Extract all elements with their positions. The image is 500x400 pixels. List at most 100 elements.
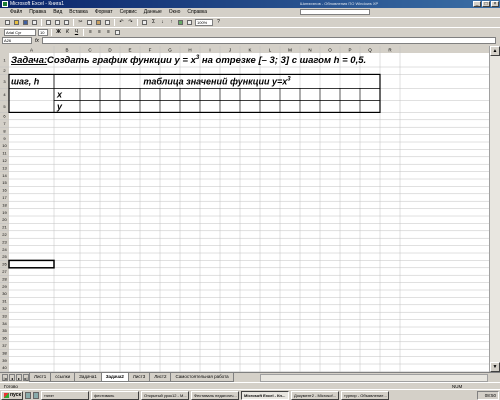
taskbar-item[interactable]: турнир - Объявление...	[341, 390, 389, 400]
scroll-down-icon[interactable]: ▼	[490, 362, 500, 372]
row-header[interactable]: 28	[2, 276, 7, 281]
close-button[interactable]: ×	[491, 1, 499, 7]
row-header[interactable]: 34	[2, 321, 7, 326]
row-header[interactable]: 39	[2, 358, 7, 363]
menu-item[interactable]: Окно	[169, 9, 181, 15]
row-header[interactable]: 32	[2, 306, 7, 311]
scroll-up-icon[interactable]: ▲	[490, 46, 500, 56]
maximize-button[interactable]: □	[482, 1, 490, 7]
align-right-icon[interactable]: ≡	[105, 29, 112, 36]
drawing-icon[interactable]	[186, 19, 193, 26]
menu-item[interactable]: Файл	[10, 9, 22, 15]
sheet-tab[interactable]: Задача2	[100, 373, 129, 382]
save-icon[interactable]	[22, 19, 29, 26]
row-header[interactable]: 24	[2, 247, 7, 252]
menu-item[interactable]: Формат	[95, 9, 113, 15]
row-header[interactable]: 14	[2, 173, 7, 178]
undo-icon[interactable]: ↶	[118, 19, 125, 26]
row-header[interactable]: 20	[2, 217, 7, 222]
name-box[interactable]: A26	[2, 37, 32, 44]
sort-desc-icon[interactable]: ↑	[168, 19, 175, 26]
print-preview-icon[interactable]	[54, 19, 61, 26]
cut-icon[interactable]: ✂	[77, 19, 84, 26]
menu-item[interactable]: Правка	[29, 9, 46, 15]
column-header[interactable]: P	[348, 48, 351, 53]
menu-item[interactable]: Сервис	[120, 9, 137, 15]
column-header[interactable]: O	[328, 48, 332, 53]
row-header[interactable]: 40	[2, 365, 7, 370]
column-header[interactable]: N	[308, 48, 311, 53]
row-header[interactable]: 37	[2, 343, 7, 348]
first-sheet-icon[interactable]: |◂	[2, 374, 8, 381]
row-header[interactable]: 27	[2, 269, 7, 274]
row-header[interactable]: 38	[2, 350, 7, 355]
row-header[interactable]: 31	[2, 299, 7, 304]
row-header[interactable]: 22	[2, 232, 7, 237]
sheet-tab[interactable]: Лист1	[29, 373, 52, 382]
open-icon[interactable]	[13, 19, 20, 26]
help-question-input[interactable]	[300, 9, 370, 15]
italic-icon[interactable]: К	[64, 29, 71, 36]
align-left-icon[interactable]: ≡	[87, 29, 94, 36]
vertical-scrollbar[interactable]: ▲ ▼	[489, 46, 500, 372]
column-header[interactable]: K	[248, 48, 251, 53]
sort-asc-icon[interactable]: ↓	[159, 19, 166, 26]
row-header[interactable]: 10	[2, 143, 7, 148]
redo-icon[interactable]: ↷	[127, 19, 134, 26]
row-header[interactable]: 33	[2, 313, 7, 318]
row-header[interactable]: 16	[2, 188, 7, 193]
formula-input[interactable]	[41, 37, 496, 44]
sheet-tab[interactable]: Лист3	[127, 373, 151, 382]
column-header[interactable]: A	[30, 48, 33, 53]
column-header[interactable]: H	[188, 48, 191, 53]
underline-icon[interactable]: Ч	[73, 29, 80, 36]
row-header[interactable]: 29	[2, 284, 7, 289]
column-header[interactable]: J	[229, 48, 231, 53]
horizontal-scrollbar[interactable]	[260, 374, 488, 382]
selected-cell[interactable]	[8, 259, 55, 269]
format-painter-icon[interactable]	[104, 19, 111, 26]
column-header[interactable]: I	[209, 48, 210, 53]
sheet-tab[interactable]: Задача1	[74, 373, 102, 382]
row-header[interactable]: 17	[2, 195, 7, 200]
column-header[interactable]: F	[149, 48, 152, 53]
row-header[interactable]: 26	[2, 262, 7, 267]
taskbar-item[interactable]: Открытый урок12 - М...	[141, 390, 189, 400]
font-select[interactable]: Arial Cyr	[4, 28, 36, 36]
minimize-button[interactable]: _	[473, 1, 481, 7]
column-header[interactable]: M	[288, 48, 292, 53]
taskbar-item[interactable]: тэлэт	[41, 390, 89, 400]
quicklaunch-ie-icon[interactable]	[25, 391, 31, 399]
permissions-icon[interactable]	[31, 19, 38, 26]
hyperlink-icon[interactable]	[141, 19, 148, 26]
paste-icon[interactable]	[95, 19, 102, 26]
new-icon[interactable]	[4, 19, 11, 26]
row-header[interactable]: 30	[2, 291, 7, 296]
column-header[interactable]: B	[65, 48, 68, 53]
row-header[interactable]: 13	[2, 165, 7, 170]
spelling-icon[interactable]	[63, 19, 70, 26]
sheet-tab[interactable]: ссылки	[50, 373, 76, 382]
row-header[interactable]: 18	[2, 202, 7, 207]
print-icon[interactable]	[45, 19, 52, 26]
start-button[interactable]: пуск	[1, 390, 23, 400]
taskbar-item[interactable]: фестиваль	[91, 390, 139, 400]
row-header[interactable]: 12	[2, 158, 7, 163]
quicklaunch-desktop-icon[interactable]	[33, 391, 39, 399]
row-header[interactable]: 36	[2, 336, 7, 341]
taskbar-item[interactable]: Документ2 - Microsof...	[291, 390, 339, 400]
copy-icon[interactable]	[86, 19, 93, 26]
merge-center-icon[interactable]	[114, 29, 121, 36]
menu-item[interactable]: Данные	[144, 9, 162, 15]
menu-item[interactable]: Вставка	[69, 9, 88, 15]
taskbar-item[interactable]: Фестиваль педагогич...	[191, 390, 239, 400]
taskbar-item[interactable]: Microsoft Excel - Кн...	[241, 390, 289, 400]
row-header[interactable]: 19	[2, 210, 7, 215]
zoom-select[interactable]: 100%	[195, 18, 213, 26]
column-header[interactable]: Q	[368, 48, 372, 53]
bold-icon[interactable]: Ж	[55, 29, 62, 36]
sheet-tab[interactable]: Лист2	[149, 373, 172, 382]
menu-item[interactable]: Вид	[53, 9, 62, 15]
sheet-tab[interactable]: Самостоятельная работа	[170, 373, 234, 382]
menu-item[interactable]: Справка	[187, 9, 207, 15]
